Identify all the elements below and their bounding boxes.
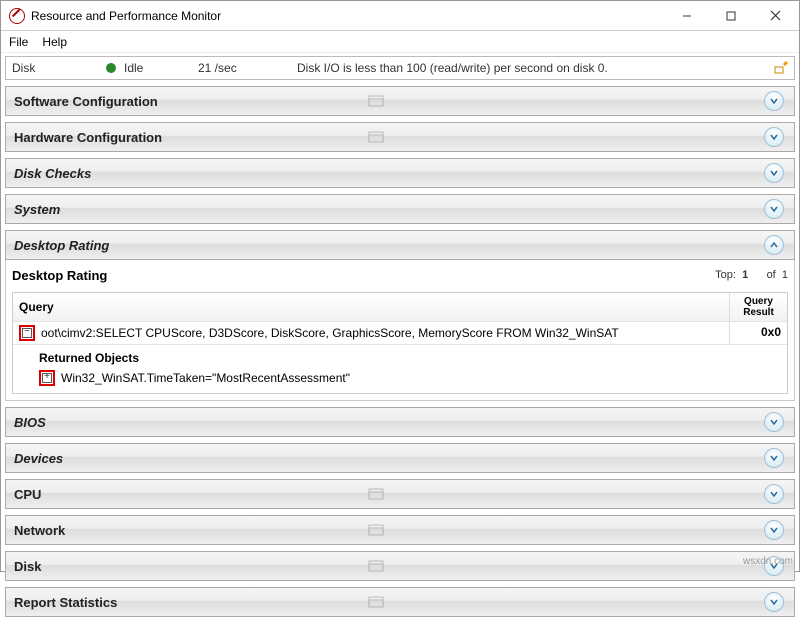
disk-status-row: Disk Idle 21 /sec Disk I/O is less than … — [5, 56, 795, 80]
calendar-icon — [368, 488, 386, 500]
of-label: of — [767, 269, 776, 281]
query-header-row: Query Query Result — [13, 293, 787, 322]
collapse-icon[interactable] — [764, 163, 784, 183]
collapse-icon[interactable] — [764, 199, 784, 219]
edit-icon[interactable] — [774, 61, 788, 75]
section-devices[interactable]: Devices — [5, 443, 795, 473]
section-disk-checks[interactable]: Disk Checks — [5, 158, 795, 188]
status-state: Idle — [124, 61, 194, 75]
query-header: Query — [13, 293, 729, 321]
titlebar: Resource and Performance Monitor — [1, 1, 799, 31]
calendar-icon — [368, 131, 386, 143]
section-title: Report Statistics — [14, 595, 368, 610]
result-value: 0x0 — [729, 322, 787, 344]
app-icon — [9, 8, 25, 24]
query-text: oot\cimv2:SELECT CPUScore, D3DScore, Dis… — [41, 326, 619, 340]
section-software[interactable]: Software Configuration — [5, 86, 795, 116]
collapse-icon[interactable] — [764, 592, 784, 612]
window-buttons — [665, 2, 797, 30]
calendar-icon — [368, 560, 386, 572]
section-title: CPU — [14, 487, 368, 502]
rating-header: Desktop Rating Top: 1 of 1 — [12, 264, 788, 286]
minimize-button[interactable] — [665, 2, 709, 30]
calendar-icon — [368, 524, 386, 536]
query-table: Query Query Result − oot\cimv2:SELECT CP… — [12, 292, 788, 394]
menu-help[interactable]: Help — [42, 35, 67, 49]
section-bios[interactable]: BIOS — [5, 407, 795, 437]
collapse-icon[interactable] — [764, 91, 784, 111]
collapse-icon[interactable] — [764, 484, 784, 504]
section-cpu[interactable]: CPU — [5, 479, 795, 509]
section-title: Disk — [14, 559, 368, 574]
status-rate: 21 /sec — [198, 61, 293, 75]
menu-file[interactable]: File — [9, 35, 28, 49]
collapse-icon[interactable] — [764, 127, 784, 147]
collapse-icon[interactable] — [764, 520, 784, 540]
calendar-icon — [368, 95, 386, 107]
status-message: Disk I/O is less than 100 (read/write) p… — [297, 61, 770, 75]
returned-objects-row: Returned Objects + Win32_WinSAT.TimeTake… — [13, 345, 787, 393]
collapse-icon[interactable] — [764, 412, 784, 432]
menubar: File Help — [1, 31, 799, 53]
collapse-icon[interactable] — [764, 448, 784, 468]
section-desktop-rating-header[interactable]: Desktop Rating Desktop Rating Top: 1 of … — [5, 230, 795, 401]
query-row: − oot\cimv2:SELECT CPUScore, D3DScore, D… — [13, 322, 787, 345]
of-value: 1 — [782, 269, 788, 281]
section-hardware[interactable]: Hardware Configuration — [5, 122, 795, 152]
rating-top-info: Top: 1 of 1 — [715, 269, 788, 281]
section-title: Desktop Rating — [14, 238, 368, 253]
top-value: 1 — [742, 269, 748, 281]
close-button[interactable] — [753, 2, 797, 30]
status-label: Disk — [12, 61, 102, 75]
section-system[interactable]: System — [5, 194, 795, 224]
content-area: Disk Idle 21 /sec Disk I/O is less than … — [1, 53, 799, 617]
section-title: System — [14, 202, 368, 217]
calendar-icon — [368, 596, 386, 608]
section-title: Hardware Configuration — [14, 130, 368, 145]
returned-header: Returned Objects — [39, 348, 781, 368]
section-title: Devices — [14, 451, 368, 466]
maximize-button[interactable] — [709, 2, 753, 30]
section-network[interactable]: Network — [5, 515, 795, 545]
status-dot-icon — [106, 63, 116, 73]
section-disk[interactable]: Disk — [5, 551, 795, 581]
returned-item: Win32_WinSAT.TimeTaken="MostRecentAssess… — [61, 371, 350, 385]
expand-tree-icon[interactable]: + — [39, 370, 55, 386]
section-title: Network — [14, 523, 368, 538]
window-title: Resource and Performance Monitor — [31, 9, 665, 23]
section-report-statistics[interactable]: Report Statistics — [5, 587, 795, 617]
expand-icon[interactable] — [764, 235, 784, 255]
section-title: Software Configuration — [14, 94, 368, 109]
watermark: wsxdn.com — [743, 556, 793, 567]
desktop-rating-panel: Desktop Rating Top: 1 of 1 Query Query R… — [5, 260, 795, 401]
rating-title: Desktop Rating — [12, 268, 715, 283]
collapse-tree-icon[interactable]: − — [19, 325, 35, 341]
section-title: Disk Checks — [14, 166, 368, 181]
result-header: Query Result — [729, 293, 787, 321]
top-label: Top: — [715, 269, 736, 281]
section-title: BIOS — [14, 415, 368, 430]
